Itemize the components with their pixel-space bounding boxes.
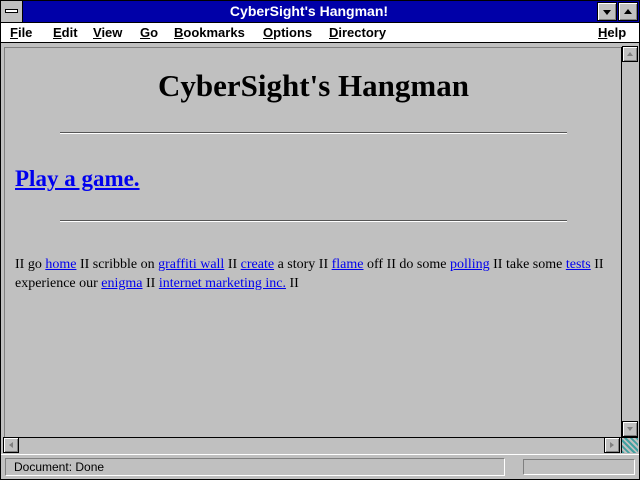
nav-text: a story — [277, 257, 316, 272]
graffiti-wall-link[interactable]: graffiti wall — [158, 257, 224, 272]
vertical-scrollbar[interactable] — [621, 46, 638, 437]
separator: II — [227, 257, 238, 272]
minimize-button[interactable] — [597, 2, 617, 21]
minimize-arrow-icon — [603, 10, 611, 15]
separator: II — [146, 276, 156, 291]
navigation-links: II go home II scribble on graffiti wall … — [15, 255, 615, 293]
menu-options[interactable]: Options — [263, 25, 312, 41]
menu-help[interactable]: Help — [598, 25, 626, 41]
maximize-button[interactable] — [618, 2, 638, 21]
menu-go[interactable]: Go — [140, 25, 158, 41]
scroll-right-button[interactable] — [604, 437, 620, 453]
nav-text: do some — [399, 257, 447, 272]
separator: II — [79, 257, 90, 272]
size-grip[interactable] — [621, 437, 638, 453]
browser-window: CyberSight's Hangman! File Edit View Go … — [0, 0, 640, 480]
separator: II — [15, 257, 25, 272]
nav-text: experience our — [15, 276, 98, 291]
title-bar: CyberSight's Hangman! — [1, 1, 639, 23]
nav-text: scribble on — [92, 257, 155, 272]
separator: II — [386, 257, 396, 272]
scroll-up-button[interactable] — [622, 46, 638, 62]
separator: II — [289, 276, 299, 291]
home-link[interactable]: home — [45, 257, 76, 272]
status-text: Document: Done — [5, 458, 505, 476]
nav-text: off — [367, 257, 384, 272]
status-bar: Document: Done — [1, 454, 639, 479]
polling-link[interactable]: polling — [450, 257, 490, 272]
menu-edit[interactable]: Edit — [53, 25, 78, 41]
arrow-up-icon — [627, 52, 633, 56]
nav-text: take some — [505, 257, 563, 272]
horizontal-scrollbar[interactable] — [3, 437, 621, 453]
flame-link[interactable]: flame — [332, 257, 364, 272]
menu-bar: File Edit View Go Bookmarks Options Dire… — [1, 23, 639, 43]
system-menu-icon — [5, 9, 18, 13]
horizontal-rule — [60, 132, 567, 134]
maximize-arrow-icon — [624, 9, 632, 14]
separator: II — [594, 257, 604, 272]
arrow-right-icon — [610, 442, 614, 448]
enigma-link[interactable]: enigma — [101, 276, 142, 291]
separator: II — [318, 257, 329, 272]
progress-indicator — [523, 459, 635, 475]
horizontal-rule — [60, 220, 567, 222]
system-menu-button[interactable] — [1, 1, 23, 22]
arrow-down-icon — [627, 427, 633, 431]
internet-marketing-link[interactable]: internet marketing inc. — [159, 276, 286, 291]
menu-bookmarks[interactable]: Bookmarks — [174, 25, 245, 41]
window-title: CyberSight's Hangman! — [229, 3, 389, 19]
scroll-down-button[interactable] — [622, 421, 638, 437]
create-link[interactable]: create — [241, 257, 274, 272]
nav-text: go — [27, 257, 42, 272]
arrow-left-icon — [9, 442, 13, 448]
play-game-link[interactable]: Play a game. — [15, 166, 140, 192]
page-title: CyberSight's Hangman — [158, 68, 469, 103]
menu-view[interactable]: View — [93, 25, 122, 41]
menu-directory[interactable]: Directory — [329, 25, 386, 41]
menu-file[interactable]: File — [10, 25, 32, 41]
tests-link[interactable]: tests — [566, 257, 591, 272]
scroll-left-button[interactable] — [3, 437, 19, 453]
separator: II — [493, 257, 503, 272]
page-content: CyberSight's Hangman Play a game. II go … — [4, 47, 621, 437]
